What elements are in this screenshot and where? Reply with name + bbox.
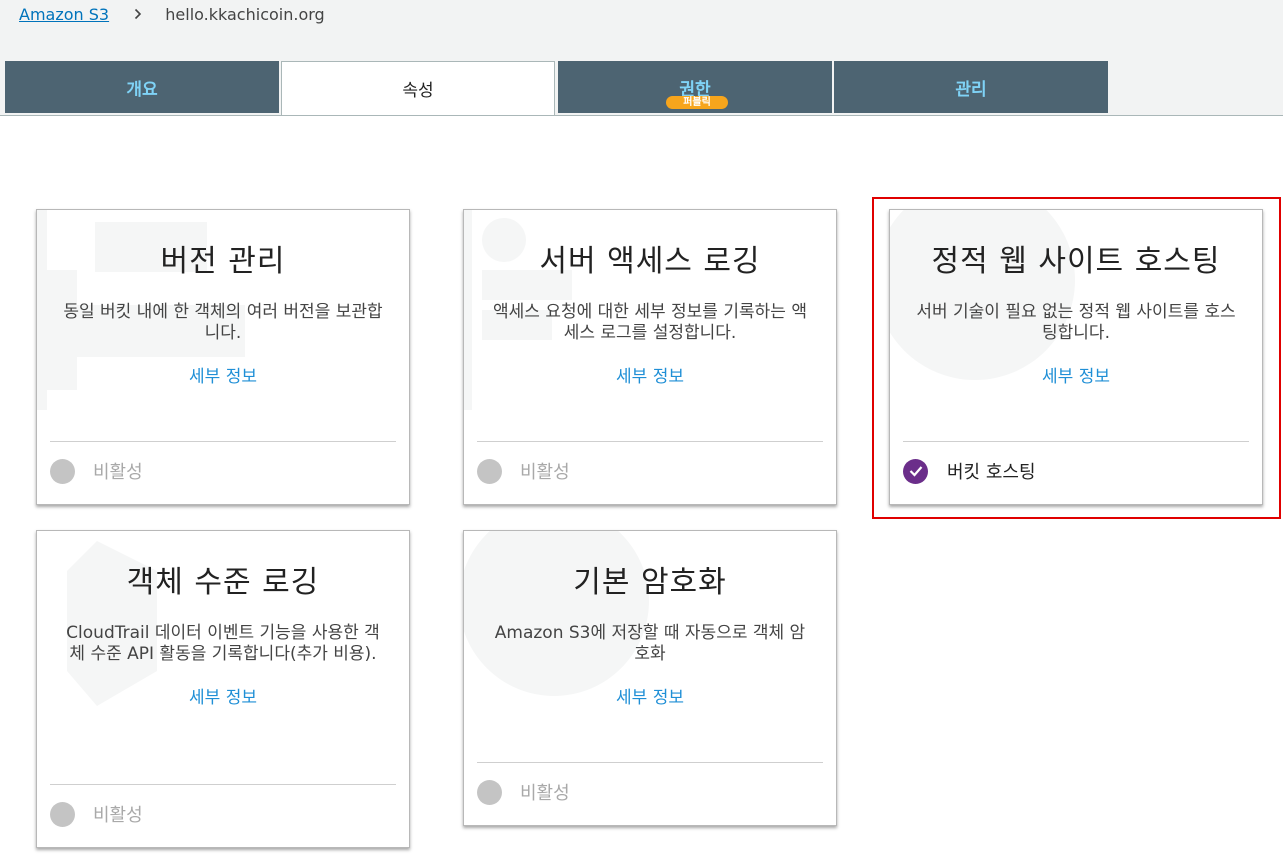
tab-properties-label: 속성 xyxy=(402,81,434,101)
card-status: 비활성 xyxy=(477,779,570,805)
tab-management-label: 관리 xyxy=(955,79,987,100)
card-divider xyxy=(50,441,396,442)
status-disabled-icon xyxy=(50,801,75,827)
status-label: 비활성 xyxy=(520,783,570,804)
tab-management[interactable]: 관리 xyxy=(834,61,1108,113)
status-disabled-icon xyxy=(50,458,75,484)
tab-overview-label: 개요 xyxy=(126,79,158,100)
card-description: 액세스 요청에 대한 세부 정보를 기록하는 액세스 로그를 설정합니다. xyxy=(493,302,807,343)
status-disabled-icon xyxy=(477,779,502,805)
card-description: Amazon S3에 저장할 때 자동으로 객체 암호화 xyxy=(494,623,806,664)
card-default-encryption: 기본 암호화 Amazon S3에 저장할 때 자동으로 객체 암호화 세부 정… xyxy=(463,530,837,826)
card-status: 버킷 호스팅 xyxy=(903,458,1036,484)
tab-permissions[interactable]: 권한 퍼블릭 xyxy=(558,61,832,113)
details-link[interactable]: 세부 정보 xyxy=(37,683,409,708)
card-description: 동일 버킷 내에 한 객체의 여러 버전을 보관합니다. xyxy=(63,302,383,343)
breadcrumb-amazon-s3-link[interactable]: Amazon S3 xyxy=(19,5,109,24)
card-description: CloudTrail 데이터 이벤트 기능을 사용한 객체 수준 API 활동을… xyxy=(66,623,380,664)
breadcrumb-bucket-name: hello.kkachicoin.org xyxy=(165,5,325,24)
card-title: 서버 액세스 로깅 xyxy=(539,244,761,279)
details-link[interactable]: 세부 정보 xyxy=(464,362,836,387)
status-disabled-icon xyxy=(477,458,502,484)
top-bar: Amazon S3 hello.kkachicoin.org 개요 속성 권한 … xyxy=(0,0,1283,116)
card-description: 서버 기술이 필요 없는 정적 웹 사이트를 호스팅합니다. xyxy=(916,302,1236,343)
card-status: 비활성 xyxy=(477,458,570,484)
card-divider xyxy=(477,441,823,442)
card-versioning: 버전 관리 동일 버킷 내에 한 객체의 여러 버전을 보관합니다. 세부 정보… xyxy=(36,209,410,505)
card-title: 객체 수준 로깅 xyxy=(126,565,320,600)
card-status: 비활성 xyxy=(50,801,143,827)
card-status: 비활성 xyxy=(50,458,143,484)
card-divider xyxy=(50,784,396,785)
chevron-right-icon xyxy=(134,5,142,24)
card-title: 정적 웹 사이트 호스팅 xyxy=(931,244,1221,279)
card-object-level-logging: 객체 수준 로깅 CloudTrail 데이터 이벤트 기능을 사용한 객체 수… xyxy=(36,530,410,848)
status-label: 비활성 xyxy=(93,462,143,483)
tab-overview[interactable]: 개요 xyxy=(5,61,279,113)
card-title: 버전 관리 xyxy=(160,244,286,279)
details-link[interactable]: 세부 정보 xyxy=(37,362,409,387)
status-label: 비활성 xyxy=(93,805,143,826)
status-enabled-check-icon xyxy=(903,458,928,484)
card-title: 기본 암호화 xyxy=(573,565,727,600)
tab-properties[interactable]: 속성 xyxy=(281,61,555,115)
card-static-website-hosting: 정적 웹 사이트 호스팅 서버 기술이 필요 없는 정적 웹 사이트를 호스팅합… xyxy=(889,209,1263,505)
details-link[interactable]: 세부 정보 xyxy=(890,362,1262,387)
card-server-access-logging: 서버 액세스 로깅 액세스 요청에 대한 세부 정보를 기록하는 액세스 로그를… xyxy=(463,209,837,505)
breadcrumb: Amazon S3 hello.kkachicoin.org xyxy=(19,5,325,24)
card-divider xyxy=(477,762,823,763)
details-link[interactable]: 세부 정보 xyxy=(464,683,836,708)
card-divider xyxy=(903,441,1249,442)
status-label: 버킷 호스팅 xyxy=(947,462,1036,483)
public-badge: 퍼블릭 xyxy=(666,96,728,109)
status-label: 비활성 xyxy=(520,462,570,483)
